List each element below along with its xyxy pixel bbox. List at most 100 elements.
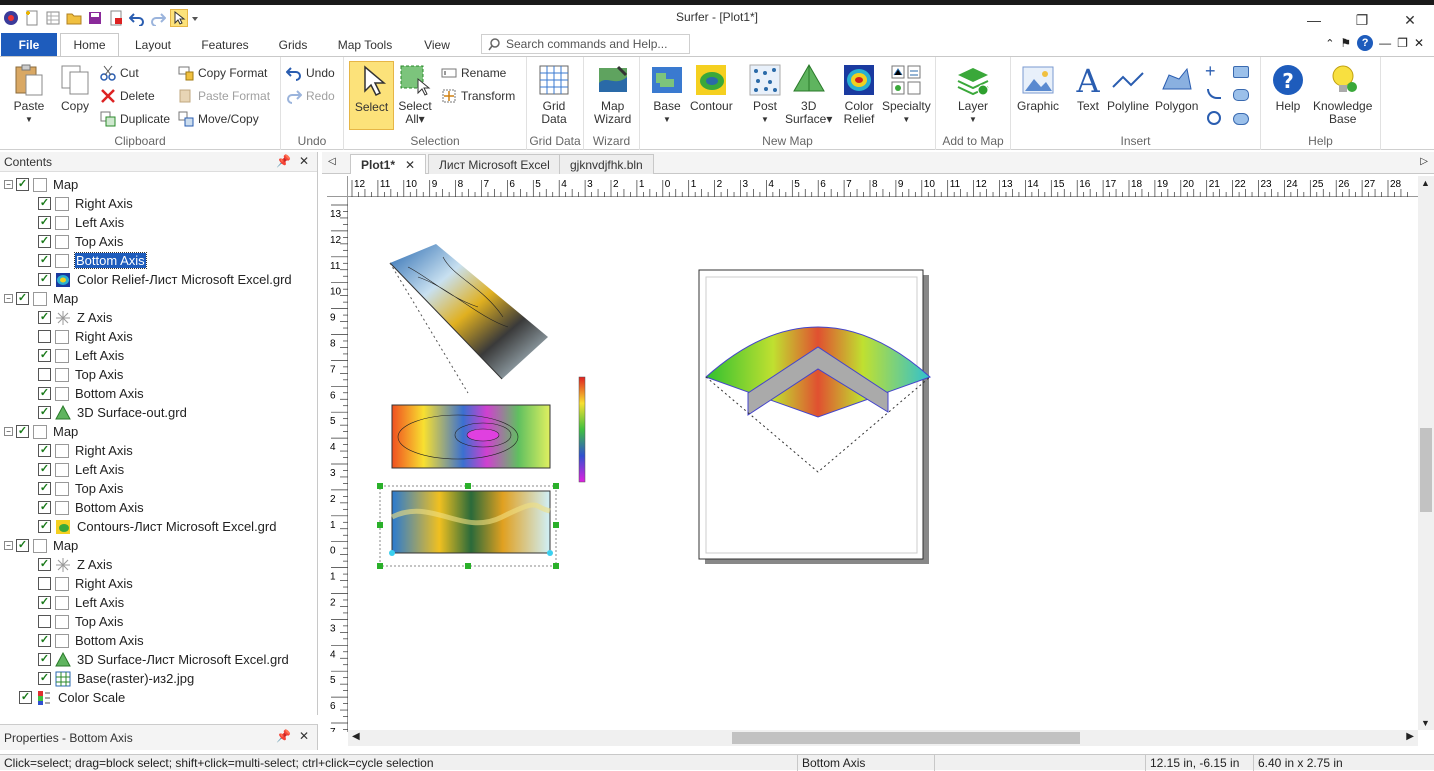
maximize-icon[interactable]: ❐ [1338, 7, 1386, 33]
scroll-up-icon[interactable]: ▲ [1421, 178, 1430, 188]
visibility-checkbox[interactable]: ✓ [38, 634, 51, 647]
horizontal-scroll-thumb[interactable] [732, 732, 1080, 744]
tree-item[interactable]: ✓ Left Axis [38, 593, 124, 612]
doc-close-icon[interactable]: ✕ [1414, 36, 1424, 50]
paste-format-button[interactable]: Paste Format [178, 88, 270, 104]
tree-item[interactable]: ✓ Top Axis [38, 232, 123, 251]
doc-tab-excel[interactable]: Лист Microsoft Excel [428, 154, 561, 174]
tab-view[interactable]: View [412, 33, 462, 56]
select-all-button[interactable]: Select All▾ [398, 63, 432, 126]
tab-layout[interactable]: Layout [124, 33, 182, 56]
spline-icon[interactable] [1207, 89, 1221, 99]
knowledge-base-button[interactable]: Knowledge Base [1313, 63, 1372, 126]
scroll-right-icon[interactable]: ▶ [1406, 731, 1414, 742]
specialty-button[interactable]: Specialty ▼ [882, 63, 931, 126]
tree-item[interactable]: ✓ Z Axis [38, 308, 112, 327]
tree-item[interactable]: ✓ Right Axis [38, 441, 133, 460]
map-wizard-button[interactable]: Map Wizard [594, 63, 631, 126]
doc-tab-close-icon[interactable]: ✕ [405, 158, 415, 172]
tree-item-map[interactable]: ✓ Color Scale [4, 688, 125, 707]
rename-button[interactable]: Rename [441, 65, 506, 81]
tree-item[interactable]: ✓ 3D Surface-out.grd [38, 403, 187, 422]
symbol-icon[interactable] [1207, 111, 1221, 125]
visibility-checkbox[interactable]: ✓ [38, 653, 51, 666]
visibility-checkbox[interactable]: ✓ [38, 197, 51, 210]
tree-item[interactable]: ✓ Bottom Axis [38, 251, 147, 270]
help-circle-icon[interactable]: ? [1357, 35, 1374, 51]
undo-button[interactable]: Undo [286, 65, 335, 81]
contour-map-button[interactable]: Contour [690, 63, 733, 113]
grid-data-button[interactable]: Grid Data [537, 63, 571, 126]
tab-scroll-left-icon[interactable]: ◁ [328, 156, 336, 167]
color-relief-button[interactable]: Color Relief [842, 63, 876, 126]
visibility-checkbox[interactable]: ✓ [38, 482, 51, 495]
rounded-rect-icon[interactable] [1233, 89, 1249, 101]
visibility-checkbox[interactable]: ✓ [38, 273, 51, 286]
pin-icon[interactable]: 📌 [276, 154, 291, 168]
panel-close-icon[interactable]: ✕ [299, 154, 309, 168]
visibility-checkbox[interactable] [38, 330, 51, 343]
raster-base-map[interactable] [379, 485, 557, 567]
tree-item-map[interactable]: − ✓ Map [4, 536, 78, 555]
rectangle-shape-icon[interactable] [1233, 66, 1249, 78]
doc-restore-icon[interactable]: ❐ [1397, 36, 1408, 50]
tab-features[interactable]: Features [192, 33, 258, 56]
help-button[interactable]: ? Help [1271, 63, 1305, 113]
post-map-button[interactable]: Post ▼ [748, 63, 782, 126]
minimize-icon[interactable]: — [1290, 7, 1338, 33]
scroll-left-icon[interactable]: ◀ [352, 731, 360, 742]
paste-button[interactable]: Paste ▼ [12, 63, 46, 126]
tree-item-map[interactable]: − ✓ Map [4, 422, 78, 441]
visibility-checkbox[interactable]: ✓ [38, 596, 51, 609]
properties-close-icon[interactable]: ✕ [299, 729, 309, 743]
visibility-checkbox[interactable]: ✓ [38, 311, 51, 324]
tree-item[interactable]: ✓ Left Axis [38, 460, 124, 479]
tree-item-map[interactable]: − ✓ Map [4, 289, 78, 308]
tree-item[interactable]: Top Axis [38, 612, 123, 631]
tree-item[interactable]: ✓ Color Relief-Лист Microsoft Excel.grd [38, 270, 292, 289]
visibility-checkbox[interactable]: ✓ [16, 539, 29, 552]
visibility-checkbox[interactable]: ✓ [38, 520, 51, 533]
doc-tab-plot1[interactable]: Plot1* ✕ [350, 154, 427, 174]
plus-icon[interactable]: + [1205, 62, 1216, 80]
tree-collapse-icon[interactable]: − [4, 294, 13, 303]
tree-item[interactable]: ✓ Left Axis [38, 346, 124, 365]
tree-item[interactable]: ✓ Bottom Axis [38, 498, 144, 517]
duplicate-button[interactable]: Duplicate [100, 111, 170, 127]
visibility-checkbox[interactable]: ✓ [16, 425, 29, 438]
visibility-checkbox[interactable]: ✓ [38, 387, 51, 400]
tree-item[interactable]: ✓ Base(raster)-из2.jpg [38, 669, 194, 688]
visibility-checkbox[interactable] [38, 615, 51, 628]
tree-item[interactable]: ✓ Bottom Axis [38, 384, 144, 403]
scroll-down-icon[interactable]: ▼ [1421, 718, 1430, 728]
polygon-button[interactable]: Polygon [1155, 63, 1198, 113]
tree-item[interactable]: ✓ 3D Surface-Лист Microsoft Excel.grd [38, 650, 289, 669]
delete-button[interactable]: Delete [100, 88, 155, 104]
plot-canvas[interactable] [348, 197, 1418, 730]
doc-minimize-icon[interactable]: — [1379, 36, 1391, 50]
visibility-checkbox[interactable]: ✓ [38, 254, 51, 267]
visibility-checkbox[interactable] [38, 368, 51, 381]
tab-scroll-right-icon[interactable]: ▷ [1420, 156, 1428, 167]
flag-icon[interactable]: ⚑ [1340, 36, 1351, 50]
copy-button[interactable]: Copy [58, 63, 92, 113]
3d-surface-button[interactable]: 3D Surface▾ [785, 63, 832, 126]
tree-item[interactable]: ✓ Top Axis [38, 479, 123, 498]
rotation-handle-left[interactable] [389, 550, 395, 556]
search-box[interactable]: Search commands and Help... [481, 34, 690, 54]
transform-button[interactable]: Transform [441, 88, 515, 104]
tree-item[interactable]: Top Axis [38, 365, 123, 384]
layer-button[interactable]: Layer ▼ [956, 63, 990, 126]
visibility-checkbox[interactable]: ✓ [38, 406, 51, 419]
visibility-checkbox[interactable]: ✓ [16, 178, 29, 191]
tree-item[interactable]: ✓ Z Axis [38, 555, 112, 574]
tree-collapse-icon[interactable]: − [4, 427, 13, 436]
vertical-scroll-thumb[interactable] [1420, 428, 1432, 512]
redo-button[interactable]: Redo [286, 88, 335, 104]
vertical-scrollbar[interactable]: ▲ ▼ [1418, 176, 1434, 730]
visibility-checkbox[interactable]: ✓ [38, 444, 51, 457]
tree-collapse-icon[interactable]: − [4, 541, 13, 550]
close-icon[interactable]: ✕ [1386, 7, 1434, 33]
tree-collapse-icon[interactable]: − [4, 180, 13, 189]
visibility-checkbox[interactable]: ✓ [38, 463, 51, 476]
